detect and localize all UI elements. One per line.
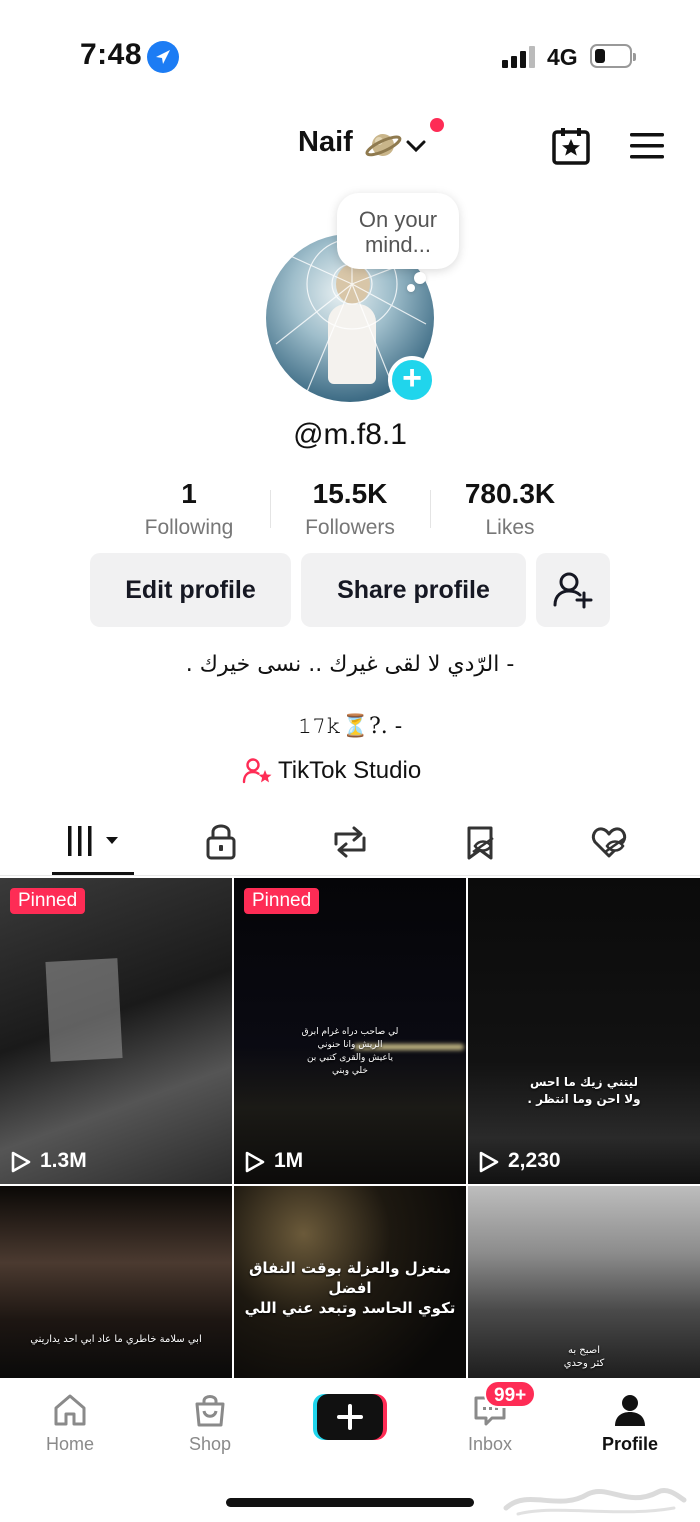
bio-line-1: - الرّدي لا لقى غيرك .. نسى خيرك . <box>185 652 515 677</box>
mind-bubble-line2: mind... <box>364 232 432 257</box>
play-icon <box>11 1151 31 1173</box>
stat-likes[interactable]: 780.3K Likes <box>425 478 595 540</box>
stat-value: 780.3K <box>464 478 556 509</box>
play-icon <box>245 1151 265 1173</box>
bubble-tail-small <box>407 284 415 292</box>
bio-line-2: 𝟷𝟽𝚔⏳?. - <box>297 714 403 739</box>
status-time: 7:48 <box>80 38 143 71</box>
bottom-nav: Home Shop Inbox 99+ Profile <box>0 1378 700 1522</box>
bubble-tail <box>414 272 426 284</box>
notification-dot <box>430 118 444 132</box>
video-thumbnail[interactable]: منعزل والعزلة بوقت النفاق افضل تكوي الحا… <box>234 1186 466 1378</box>
play-icon <box>479 1151 499 1173</box>
tab-saved[interactable] <box>439 820 523 872</box>
home-icon <box>54 1394 86 1426</box>
add-friend-button[interactable] <box>536 553 610 627</box>
video-thumbnail[interactable]: اصبح به كثر وحدي <box>468 1186 700 1378</box>
nav-inbox-label: Inbox <box>467 1434 513 1454</box>
home-indicator[interactable] <box>226 1498 474 1507</box>
video-thumbnail[interactable]: لي صاحب دراه غرام ابرق الريش وانا حنوني … <box>234 878 466 1184</box>
view-count-value: 1M <box>274 1149 304 1172</box>
cellular-signal-icon <box>502 46 536 68</box>
view-count-value: 1.3M <box>40 1149 87 1172</box>
edit-profile-button[interactable]: Edit profile <box>90 553 291 627</box>
menu-icon[interactable] <box>629 130 665 162</box>
create-button[interactable] <box>313 1392 387 1442</box>
mind-bubble[interactable]: On your mind... <box>337 193 459 269</box>
studio-person-star-icon <box>242 758 272 784</box>
profile-icon <box>615 1395 645 1426</box>
location-arrow-icon <box>147 41 179 73</box>
video-thumbnail[interactable]: ليتني زيك ما احس ولا احن وما انتظر . 2,2… <box>468 878 700 1184</box>
battery-icon <box>590 44 636 68</box>
mind-bubble-line1: On your <box>358 207 438 232</box>
nav-shop[interactable]: Shop <box>155 1390 265 1460</box>
pinned-badge: Pinned <box>10 888 86 914</box>
nav-profile[interactable]: Profile <box>575 1390 685 1460</box>
status-bar: 7:48 4G <box>0 0 700 110</box>
saved-icon <box>467 826 494 860</box>
shop-icon <box>195 1395 225 1427</box>
video-thumbnail[interactable]: ابي سلامة خاطري ما عاد ابي احد يداريني <box>0 1186 232 1378</box>
plus-icon <box>313 1394 387 1440</box>
tab-liked[interactable] <box>567 820 651 872</box>
stat-value: 15.5K <box>312 478 388 509</box>
nav-profile-label: Profile <box>601 1434 658 1454</box>
stat-value: 1 <box>181 478 197 509</box>
video-caption: اصبح به كثر وحدي <box>563 1345 605 1369</box>
pinned-badge: Pinned <box>244 888 320 914</box>
video-caption: ابي سلامة خاطري ما عاد ابي احد يداريني <box>30 1334 202 1345</box>
inbox-badge: 99+ <box>484 1380 537 1408</box>
network-type: 4G <box>547 44 578 70</box>
studio-label: TikTok Studio <box>278 757 422 784</box>
username: @m.f8.1 <box>293 418 407 451</box>
calendar-star-icon[interactable] <box>551 126 591 166</box>
video-grid: Pinned 1.3M لي صاحب دراه غرام ابرق الريش… <box>0 878 700 1378</box>
add-user-icon <box>553 572 593 609</box>
nav-shop-label: Shop <box>188 1434 232 1454</box>
lock-icon <box>206 824 236 860</box>
view-count-value: 2,230 <box>508 1149 561 1172</box>
account-name[interactable]: Naif <box>298 126 353 159</box>
watermark-logo <box>503 1488 687 1516</box>
video-caption: لي صاحب دراه غرام ابرق الريش وانا حنوني … <box>301 1027 399 1076</box>
stat-label: Following <box>144 516 234 539</box>
liked-icon <box>591 827 627 858</box>
tab-reposts[interactable] <box>308 820 392 872</box>
stat-label: Likes <box>485 516 535 539</box>
planet-emoji-icon <box>364 126 402 164</box>
grid-icon <box>68 826 118 856</box>
repost-icon <box>334 826 366 858</box>
share-profile-button[interactable]: Share profile <box>301 553 526 627</box>
tab-private[interactable] <box>179 820 263 872</box>
video-caption: منعزل والعزلة بوقت النفاق افضل تكوي الحا… <box>244 1259 456 1317</box>
tab-videos[interactable] <box>52 820 136 872</box>
stat-following[interactable]: 1 Following <box>104 478 274 540</box>
video-caption: ليتني زيك ما احس ولا احن وما انتظر . <box>527 1075 641 1106</box>
video-thumbnail[interactable]: Pinned 1.3M <box>0 878 232 1184</box>
chevron-down-icon[interactable] <box>404 134 428 158</box>
stat-followers[interactable]: 15.5K Followers <box>265 478 435 540</box>
tabs-separator <box>0 875 700 876</box>
nav-home-label: Home <box>45 1434 94 1454</box>
nav-home[interactable]: Home <box>15 1390 125 1460</box>
add-story-button[interactable]: + <box>388 356 436 404</box>
stat-label: Followers <box>305 516 395 539</box>
